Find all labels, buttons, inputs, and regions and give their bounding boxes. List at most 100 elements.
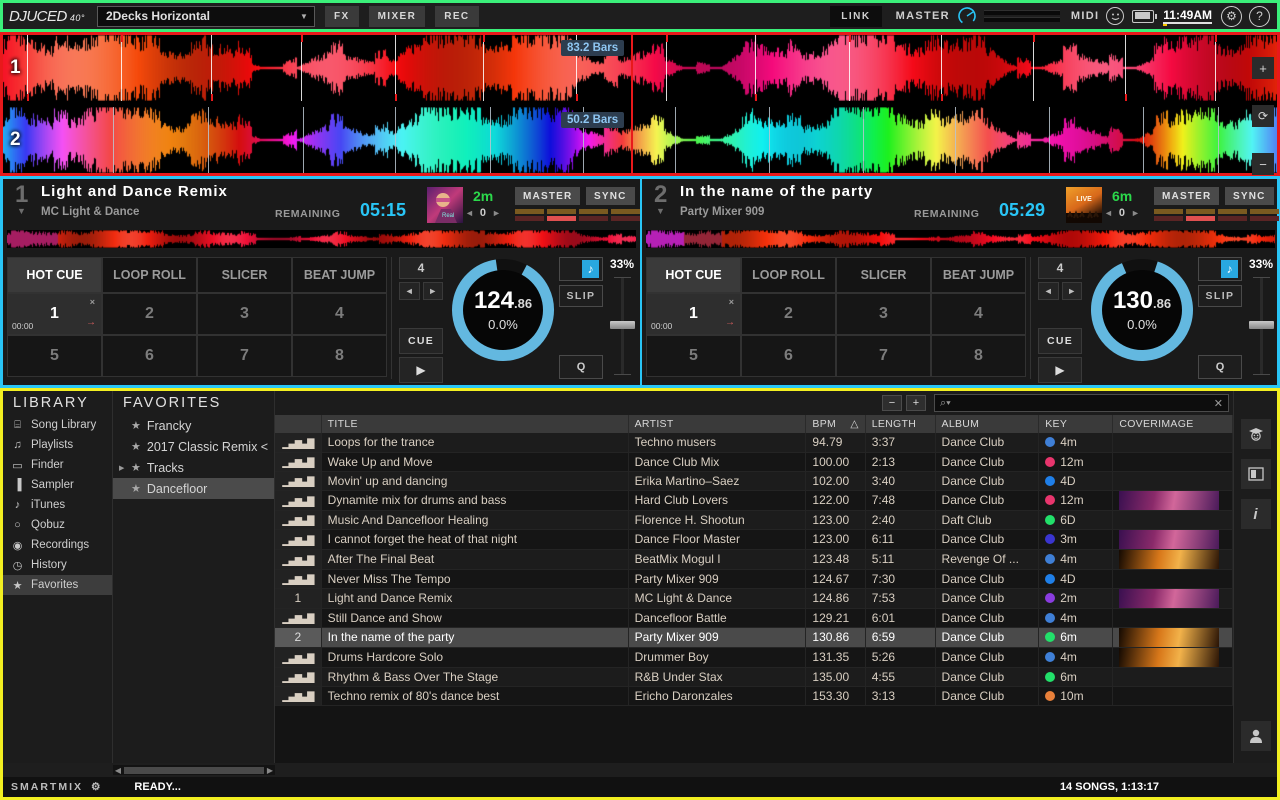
favorite-item-dancefloor[interactable]: ★ Dancefloor (113, 478, 274, 499)
deck1-loop-size[interactable]: 4 (399, 257, 443, 279)
table-row[interactable]: 2 In the name of the party Party Mixer 909… (275, 627, 1233, 648)
close-icon[interactable]: × (90, 297, 95, 307)
help-icon[interactable]: ? (1249, 5, 1270, 27)
scroll-left-arrow-icon[interactable]: ◀ (113, 766, 123, 775)
zoom-out-button[interactable]: − (1252, 153, 1274, 175)
table-row[interactable]: ▁▃▅▃▆ Movin' up and dancing Erika Martino–… (275, 471, 1233, 491)
deck2-pad-8[interactable]: 8 (931, 335, 1026, 377)
col-header-coverimage[interactable]: COVERIMAGE (1112, 415, 1233, 433)
table-row[interactable]: ▁▃▅▃▆ Dynamite mix for drums and bass Hard… (275, 490, 1233, 511)
deck1-pad-4[interactable]: 4 (292, 293, 387, 335)
deck2-pad-5[interactable]: 5 (646, 335, 741, 377)
deck1-cue-button[interactable]: CUE (399, 328, 443, 354)
table-row[interactable]: ▁▃▅▃▆ Never Miss The Tempo Party Mixer 909… (275, 569, 1233, 589)
deck2-key-down-arrow[interactable]: ◄ (1104, 208, 1113, 218)
gear-icon[interactable]: ⚙ (1221, 5, 1242, 27)
col-header-artist[interactable]: ARTIST (628, 415, 807, 433)
deck2-cue-button[interactable]: CUE (1038, 328, 1082, 354)
master-volume-knob[interactable] (957, 6, 977, 26)
deck1-pad-tab-slicer[interactable]: SLICER (197, 257, 292, 293)
deck2-loop-size[interactable]: 4 (1038, 257, 1082, 279)
rec-button[interactable]: REC (435, 5, 479, 27)
deck2-bpm-dial[interactable]: 130.86 0.0% (1090, 258, 1194, 362)
search-clear-icon[interactable]: ✕ (1214, 397, 1223, 410)
table-row[interactable]: ▁▃▅▃▆ Wake Up and Move Dance Club Mix 100.0… (275, 452, 1233, 472)
deck1-pad-1[interactable]: 1 00:00 × → (7, 293, 102, 335)
deck1-menu-caret[interactable]: ▼ (17, 206, 26, 216)
zoom-in-button[interactable]: + (1252, 57, 1274, 79)
smiley-icon[interactable] (1106, 7, 1125, 25)
sidebar-item-sampler[interactable]: ▐ Sampler (3, 475, 112, 495)
col-header-album[interactable]: ALBUM (935, 415, 1040, 433)
deck2-loop-double[interactable]: ► (1061, 282, 1082, 300)
deck2-master-button[interactable]: MASTER (1154, 187, 1220, 205)
table-row[interactable]: ▁▃▅▃▆ After The Final Beat BeatMix Mogul I… (275, 549, 1233, 570)
sidebar-item-recordings[interactable]: ◉ Recordings (3, 535, 112, 555)
table-row[interactable]: ▁▃▅▃▆ Drums Hardcore Solo Drummer Boy 131.3… (275, 647, 1233, 668)
deck1-key-up-arrow[interactable]: ► (492, 208, 501, 218)
deck2-loop-halve[interactable]: ◄ (1038, 282, 1059, 300)
font-increase-button[interactable]: + (906, 395, 926, 411)
deck1-pad-8[interactable]: 8 (292, 335, 387, 377)
deck1-pad-tab-beatjump[interactable]: BEAT JUMP (292, 257, 387, 293)
favorite-item-2017-classic-remix[interactable]: ★ 2017 Classic Remix < (113, 436, 274, 457)
favorite-item-tracks[interactable]: ▶ ★ Tracks (113, 457, 274, 478)
deck1-bpm-dial[interactable]: 124.86 0.0% (451, 258, 555, 362)
scroll-right-arrow-icon[interactable]: ▶ (265, 766, 275, 775)
deck2-key-up-arrow[interactable]: ► (1131, 208, 1140, 218)
deck2-pad-1[interactable]: 1 00:00 × → (646, 293, 741, 335)
close-icon[interactable]: × (729, 297, 734, 307)
favorites-hscrollbar[interactable]: ◀ ▶ (113, 765, 275, 775)
deck2-pad-tab-slicer[interactable]: SLICER (836, 257, 931, 293)
zoom-sync-button[interactable]: ⟳ (1252, 105, 1274, 127)
deck1-overview-waveform[interactable] (7, 230, 636, 248)
deck1-play-button[interactable]: ▶ (399, 357, 443, 383)
deck2-pad-7[interactable]: 7 (836, 335, 931, 377)
deck1-sync-button[interactable]: SYNC (586, 187, 635, 205)
deck2-pad-tab-beatjump[interactable]: BEAT JUMP (931, 257, 1026, 293)
scrollbar-thumb[interactable] (124, 766, 264, 774)
table-row[interactable]: ▁▃▅▃▆ Still Dance and Show Dancefloor Batt… (275, 608, 1233, 628)
smartmix-label[interactable]: SMARTMIX (11, 781, 83, 793)
col-header-bpm[interactable]: BPM △ (805, 415, 866, 433)
mixer-button[interactable]: MIXER (368, 5, 426, 27)
deck2-pad-6[interactable]: 6 (741, 335, 836, 377)
deck2-menu-caret[interactable]: ▼ (656, 206, 665, 216)
deck2-pitch-handle[interactable] (1248, 321, 1274, 329)
deck1-loop-halve[interactable]: ◄ (399, 282, 420, 300)
fx-button[interactable]: FX (324, 5, 359, 27)
deck1-loop-double[interactable]: ► (422, 282, 443, 300)
font-decrease-button[interactable]: − (882, 395, 902, 411)
table-row[interactable]: ▁▃▅▃▆ Loops for the trance Techno musers 94… (275, 433, 1233, 453)
sidebar-item-playlists[interactable]: ♫ Playlists (3, 435, 112, 455)
deck2-quantize-note-button[interactable]: ♪ (1198, 257, 1242, 281)
deck2-overview-waveform[interactable] (646, 230, 1275, 248)
table-row[interactable]: ▁▃▅▃▆ Rhythm & Bass Over The Stage R&B Und… (275, 667, 1233, 687)
tutorial-icon[interactable] (1240, 419, 1271, 449)
deck1-pitch-handle[interactable] (609, 321, 635, 329)
deck2-slip-button[interactable]: SLIP (1198, 285, 1242, 307)
deck2-pitch-fader[interactable] (1248, 277, 1274, 375)
sidebar-item-itunes[interactable]: ♪ iTunes (3, 495, 112, 515)
sidebar-item-history[interactable]: ◷ History (3, 555, 112, 575)
deck2-q-button[interactable]: Q (1198, 355, 1242, 379)
deck2-pad-tab-looproll[interactable]: LOOP ROLL (741, 257, 836, 293)
table-row[interactable]: ▁▃▅▃▆ I cannot forget the heat of that ni… (275, 529, 1233, 550)
deck1-pad-3[interactable]: 3 (197, 293, 292, 335)
deck1-slip-button[interactable]: SLIP (559, 285, 603, 307)
deck1-pad-tab-hotcue[interactable]: HOT CUE (7, 257, 102, 293)
deck1-pad-tab-looproll[interactable]: LOOP ROLL (102, 257, 197, 293)
panels-icon[interactable] (1240, 459, 1271, 489)
deck2-waveform[interactable] (3, 107, 1277, 173)
layout-dropdown[interactable]: 2Decks Horizontal ▼ (96, 5, 315, 27)
col-header-deck[interactable] (275, 415, 322, 433)
table-row[interactable]: ▁▃▅▃▆ Music And Dancefloor Healing Florenc… (275, 510, 1233, 530)
deck1-master-button[interactable]: MASTER (515, 187, 581, 205)
sidebar-item-finder[interactable]: ▭ Finder (3, 455, 112, 475)
deck2-pad-4[interactable]: 4 (931, 293, 1026, 335)
table-row[interactable]: ▁▃▅▃▆ Techno remix of 80's dance best Eric… (275, 686, 1233, 706)
sidebar-item-favorites[interactable]: ★ Favorites (3, 575, 112, 595)
deck2-play-button[interactable]: ▶ (1038, 357, 1082, 383)
deck1-q-button[interactable]: Q (559, 355, 603, 379)
deck2-pad-3[interactable]: 3 (836, 293, 931, 335)
